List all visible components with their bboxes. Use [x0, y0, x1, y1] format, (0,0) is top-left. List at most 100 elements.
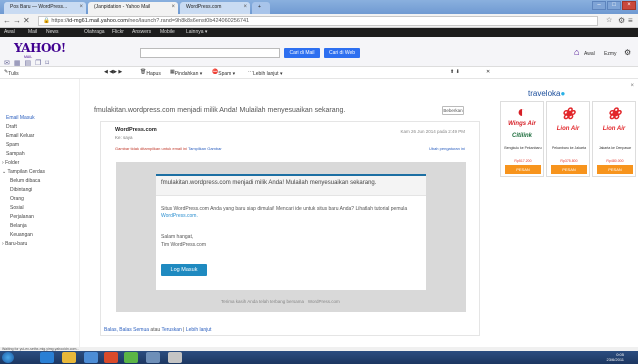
folder-sidebar: Email Masuk Draft Email Keluar Spam Samp… [0, 79, 80, 347]
home-icon[interactable]: ⌂ [574, 47, 579, 57]
sidebar-item-shopping[interactable]: Belanja [10, 223, 27, 229]
ad-panel-1[interactable]: ◐ Wings Air Citilink Bengkulu ke Pekanba… [500, 101, 544, 177]
back-nav-icons[interactable]: ◀ ◀▶ ▶ [104, 69, 122, 75]
ad-airline-logo: Lion Air [602, 126, 626, 132]
nav-mail[interactable]: Mail [28, 28, 37, 37]
url-host: id-mg61.mail.yahoo.com [67, 18, 128, 24]
sidebar-item-people[interactable]: Orang [10, 196, 24, 202]
sidebar-item-draft[interactable]: Draft [6, 124, 17, 130]
url-input[interactable]: 🔒 https://id-mg61.mail.yahoo.com/neo/lau… [38, 16, 598, 26]
search-input[interactable] [140, 48, 280, 58]
sidebar-item-folder[interactable]: › Folder [2, 160, 19, 166]
wordpress-email-card: fmulakitan.wordpress.com menjadi milik A… [156, 174, 426, 290]
nav-news[interactable]: News [46, 28, 59, 37]
notepad-icon[interactable]: ❐ [35, 60, 45, 67]
show-images-link[interactable]: Tampilkan Gambar [188, 146, 222, 151]
explorer-icon[interactable] [62, 352, 76, 363]
wordpress-link[interactable]: WordPress.com. [161, 213, 198, 219]
sidebar-item-trash[interactable]: Sampah [6, 151, 25, 157]
card-greeting: Salam hangat, [161, 234, 194, 240]
move-button[interactable]: ▦ Pindahkan ▾ [170, 69, 202, 77]
prev-next-icons[interactable]: ⬆ ⬇ [450, 69, 460, 75]
start-button-icon[interactable] [2, 352, 14, 363]
url-scheme: https:// [51, 18, 68, 24]
tab-close-icon[interactable]: × [79, 4, 83, 10]
contacts-icon[interactable]: ▦ [14, 60, 25, 67]
sidebar-item-smart-views[interactable]: ⌄ Tampilan Cerdas [2, 169, 45, 175]
ie-icon[interactable] [40, 352, 54, 363]
nav-answers[interactable]: Answers [132, 28, 151, 37]
nav-more[interactable]: Lainnya ▾ [186, 28, 207, 37]
app-icon-2[interactable] [168, 352, 182, 363]
settings-gear-icon[interactable]: ⚙ [624, 48, 631, 57]
calendar-icon[interactable]: ▤ [25, 60, 36, 67]
lock-icon: 🔒 [43, 18, 50, 24]
more-link[interactable]: Lebih lanjut [186, 327, 212, 333]
nav-flickr[interactable]: Flickr [112, 28, 124, 37]
sidebar-item-finance[interactable]: Keuangan [10, 232, 33, 238]
login-button[interactable]: Log Masuk [161, 264, 207, 276]
sidebar-item-sent[interactable]: Email Keluar [6, 133, 34, 139]
ad-book-button[interactable]: PESAN [505, 165, 541, 174]
settings-icon[interactable]: ⚙ [618, 16, 625, 26]
close-window-icon[interactable]: × [622, 1, 636, 10]
more-actions-button[interactable]: ··· Lebih lanjut ▾ [248, 69, 282, 77]
browser-tab-yahoo-mail[interactable]: (Janpidation - Yahoo Mail × [88, 2, 178, 14]
ad-panel-3[interactable]: ❀ Lion Air Jakarta ke Denpasar Rp480.000… [592, 101, 636, 177]
new-tab-button[interactable]: + [252, 2, 270, 14]
nav-olahraga[interactable]: Olahraga [84, 28, 105, 37]
ad-book-button[interactable]: PESAN [597, 165, 633, 174]
minimize-icon[interactable]: – [592, 1, 606, 10]
compose-button[interactable]: ✎ Tulis [4, 69, 19, 77]
forward-link[interactable]: Teruskan [161, 327, 181, 333]
close-message-icon[interactable]: ✕ [486, 69, 490, 75]
mail-icon[interactable]: ✉ [4, 60, 14, 67]
star-icon[interactable]: ☆ [606, 16, 612, 26]
delete-button[interactable]: 🗑 Hapus [140, 69, 161, 77]
sidebar-item-travel[interactable]: Perjalanan [10, 214, 34, 220]
subject-action-button[interactable]: Beberkan [442, 106, 464, 115]
forward-icon[interactable]: → [13, 16, 21, 26]
ad-close-icon[interactable]: × [630, 83, 634, 89]
firefox-icon[interactable] [104, 352, 118, 363]
recipient-line: Ke: saya [115, 135, 133, 140]
sidebar-item-spam[interactable]: Spam [6, 142, 19, 148]
browser-tab-wordpress-com[interactable]: WordPress.com × [180, 2, 250, 14]
sidebar-item-inbox[interactable]: Email Masuk [6, 115, 35, 121]
yahoo-logo[interactable]: YAHOO! [14, 41, 66, 55]
windows-taskbar: 0:05 23/6/2011 [0, 351, 638, 364]
menu-icon[interactable]: ≡ [628, 16, 633, 26]
sidebar-item-social[interactable]: Sosial [10, 205, 24, 211]
media-icon[interactable] [84, 352, 98, 363]
maximize-icon[interactable]: □ [607, 1, 621, 10]
sidebar-item-starred[interactable]: Dibintangi [10, 187, 32, 193]
tab-label: WordPress.com [186, 4, 222, 10]
tab-close-icon[interactable]: × [171, 4, 175, 10]
email-footer: Terima kasih Anda telah terbang bersama … [221, 299, 340, 304]
sender-name[interactable]: WordPress.com [115, 127, 157, 133]
spam-button[interactable]: ⛔ Spam ▾ [212, 69, 235, 77]
tab-close-icon[interactable]: × [243, 4, 247, 10]
reply-link[interactable]: Balas, Balas Semua [104, 327, 149, 333]
app-icon[interactable] [146, 352, 160, 363]
stop-icon[interactable]: ✕ [23, 16, 30, 26]
back-icon[interactable]: ← [3, 16, 11, 26]
nav-mobile[interactable]: Mobile [160, 28, 175, 37]
window-controls: – □ × [592, 1, 636, 10]
search-web-button[interactable]: Cari di Web [324, 48, 360, 58]
ad-route: Bengkulu ke Pekanbaru [504, 146, 542, 150]
ad-panel-2[interactable]: ❀ Lion Air Pekanbaru ke Jakarta Rp375.80… [546, 101, 590, 177]
home-link[interactable]: Awal [584, 51, 595, 57]
sidebar-item-recent[interactable]: › Baru-baru [2, 241, 27, 247]
change-setting-link[interactable]: Ubah pengaturan ini [429, 146, 465, 151]
search-mail-button[interactable]: Cari di Mail [284, 48, 320, 58]
sidebar-item-unread[interactable]: Belum dibaca [10, 178, 40, 184]
messenger-icon[interactable]: ⌑ [45, 60, 53, 67]
traveloka-ad[interactable]: traveloka● × ◐ Wings Air Citilink Bengku… [498, 79, 638, 347]
system-tray-clock[interactable]: 0:05 23/6/2011 [607, 352, 625, 362]
user-name[interactable]: Ezmy [604, 51, 617, 57]
browser-tab-wordpress[interactable]: Pos Baru — WordPress... × [4, 2, 86, 14]
nav-home[interactable]: Awal [4, 28, 15, 37]
ad-book-button[interactable]: PESAN [551, 165, 587, 174]
chrome-icon[interactable] [124, 352, 138, 363]
